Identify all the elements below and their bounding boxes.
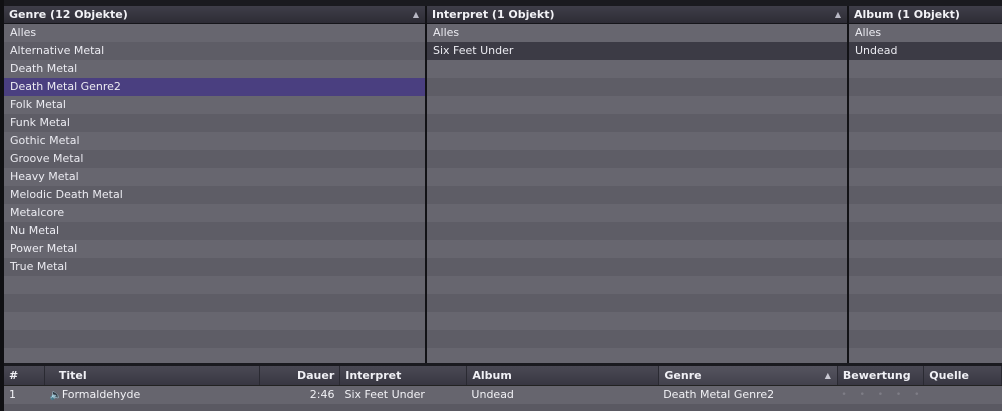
genre-pane-header[interactable]: Genre (12 Objekte) ▲ (4, 6, 425, 24)
genre-list-item[interactable]: Power Metal (4, 240, 425, 258)
genre-pane: Genre (12 Objekte) ▲ Alles Alternative Me… (4, 6, 427, 363)
interpret-list-item[interactable]: Alles (427, 24, 847, 42)
speaker-icon: 🔈 (49, 390, 63, 401)
genre-list-item[interactable]: Folk Metal (4, 96, 425, 114)
track-list: # Titel Dauer Interpret Album Genre ▲ Be… (4, 366, 1002, 411)
track-row[interactable]: 1 🔈Formaldehyde 2:46 Six Feet Under Unde… (4, 386, 1002, 404)
track-interpret: Six Feet Under (344, 388, 425, 401)
track-rating[interactable]: • • • • • (836, 386, 924, 404)
column-header-album[interactable]: Album (467, 366, 660, 385)
sort-up-icon: ▲ (824, 371, 831, 380)
genre-pane-title: Genre (12 Objekte) (9, 8, 128, 21)
album-pane: Album (1 Objekt) Alles Undead (849, 6, 1002, 363)
column-header-genre-label: Genre (664, 369, 702, 382)
genre-list-item[interactable]: Gothic Metal (4, 132, 425, 150)
track-number: 1 (9, 388, 16, 401)
genre-list-item[interactable]: Alles (4, 24, 425, 42)
album-pane-header[interactable]: Album (1 Objekt) (849, 6, 1002, 24)
column-header-title[interactable]: Titel (45, 366, 261, 385)
column-header-genre[interactable]: Genre ▲ (659, 366, 838, 385)
genre-list-item[interactable]: Metalcore (4, 204, 425, 222)
interpret-list: Alles Six Feet Under (427, 24, 847, 363)
interpret-pane: Interpret (1 Objekt) ▲ Alles Six Feet Und… (427, 6, 849, 363)
track-title: Formaldehyde (61, 388, 141, 401)
album-list: Alles Undead (849, 24, 1002, 363)
column-header-number[interactable]: # (4, 366, 45, 385)
genre-list: Alles Alternative Metal Death Metal Death M… (4, 24, 425, 363)
genre-list-item[interactable]: Alternative Metal (4, 42, 425, 60)
sort-up-icon: ▲ (412, 10, 419, 19)
interpret-pane-title: Interpret (1 Objekt) (432, 8, 555, 21)
album-pane-title: Album (1 Objekt) (854, 8, 960, 21)
genre-list-item[interactable]: Melodic Death Metal (4, 186, 425, 204)
column-header-interpret[interactable]: Interpret (340, 366, 468, 385)
genre-list-item[interactable]: Death Metal Genre2 (4, 78, 425, 96)
track-source (924, 386, 1002, 404)
column-header-duration[interactable]: Dauer (260, 366, 341, 385)
track-genre: Death Metal Genre2 (663, 388, 775, 401)
column-header-rating[interactable]: Bewertung (838, 366, 925, 385)
album-list-item[interactable]: Alles (849, 24, 1002, 42)
column-header-source[interactable]: Quelle (924, 366, 1002, 385)
track-list-header: # Titel Dauer Interpret Album Genre ▲ Be… (4, 366, 1002, 386)
sort-up-icon: ▲ (834, 10, 841, 19)
genre-list-item[interactable]: True Metal (4, 258, 425, 276)
track-duration: 2:46 (309, 388, 335, 401)
track-album: Undead (471, 388, 514, 401)
genre-list-item[interactable]: Nu Metal (4, 222, 425, 240)
album-list-item[interactable]: Undead (849, 42, 1002, 60)
genre-list-item[interactable]: Heavy Metal (4, 168, 425, 186)
genre-list-item[interactable]: Death Metal (4, 60, 425, 78)
genre-list-item[interactable]: Groove Metal (4, 150, 425, 168)
interpret-list-item[interactable]: Six Feet Under (427, 42, 847, 60)
genre-list-item[interactable]: Funk Metal (4, 114, 425, 132)
interpret-pane-header[interactable]: Interpret (1 Objekt) ▲ (427, 6, 847, 24)
track-title-cell: 🔈Formaldehyde (45, 386, 260, 404)
